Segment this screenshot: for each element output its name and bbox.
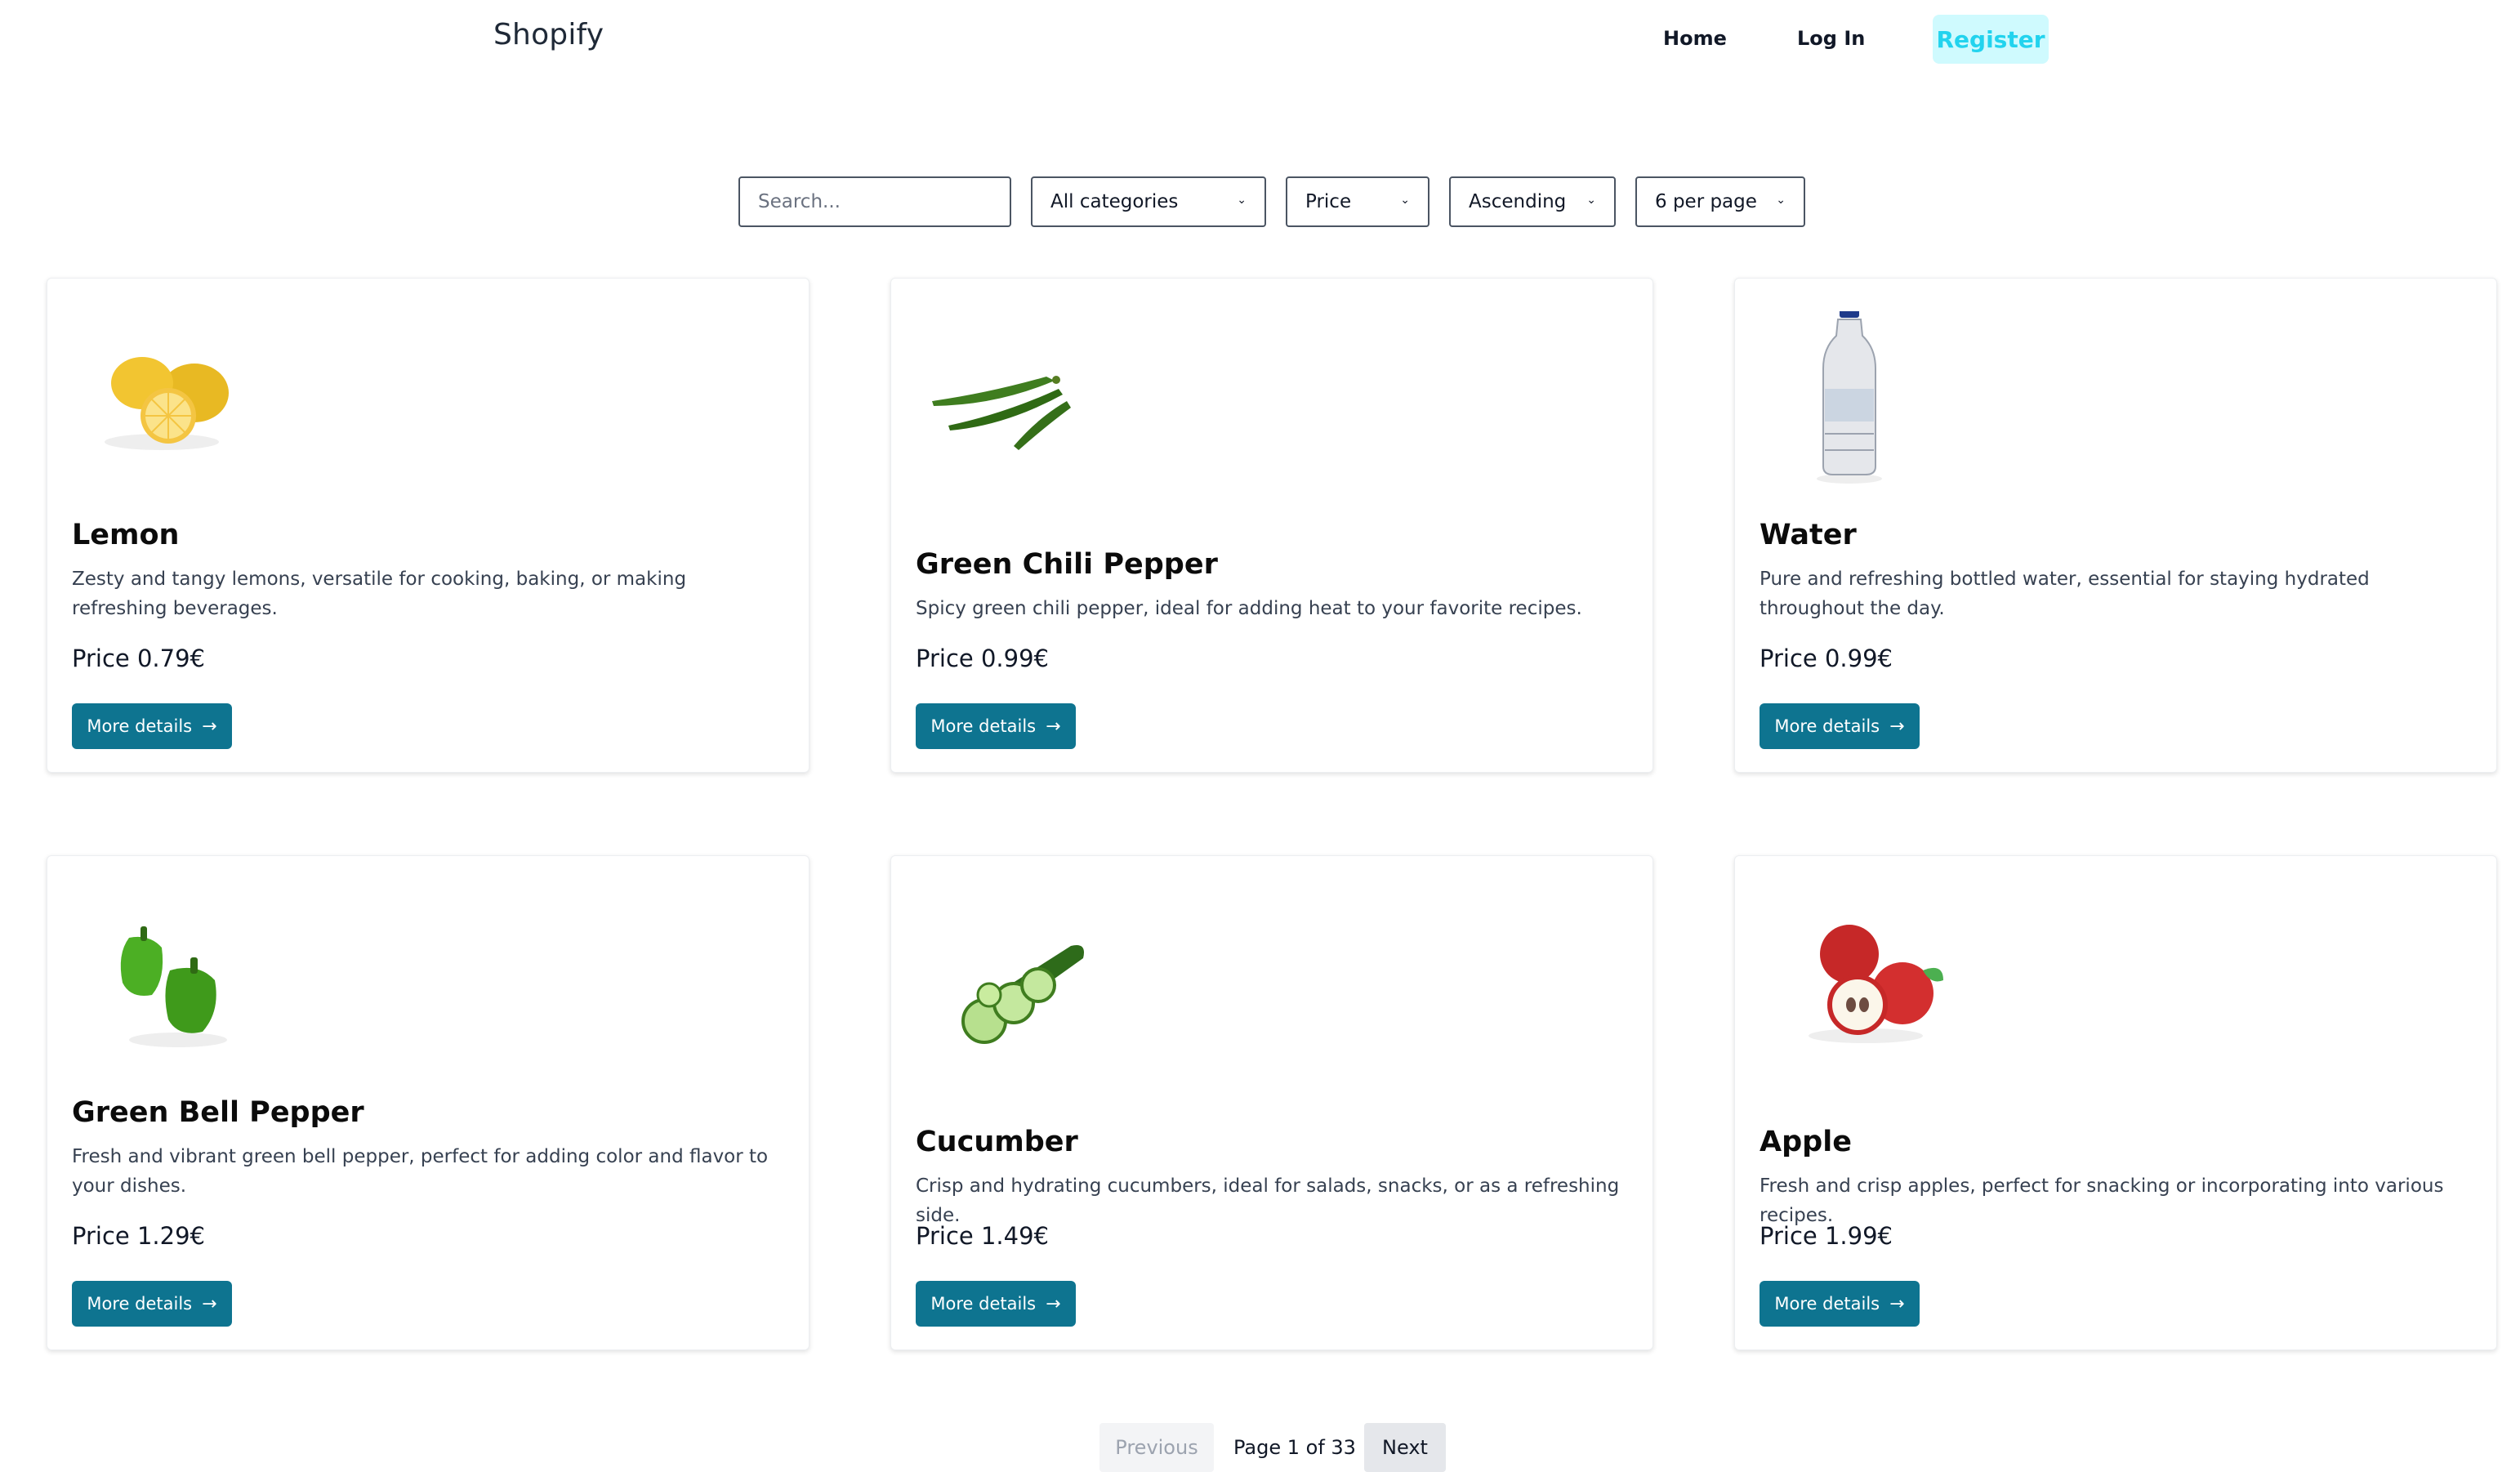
product-description: Fresh and vibrant green bell pepper, per…	[72, 1146, 769, 1197]
product-card: Cucumber Crisp and hydrating cucumbers, …	[890, 855, 1653, 1350]
apple-image	[1809, 925, 1943, 1043]
button-label: More details	[87, 1294, 193, 1314]
product-title: Green Chili Pepper	[916, 548, 1218, 581]
more-details-button[interactable]: More details →	[916, 703, 1076, 749]
lemon-image	[105, 357, 229, 450]
sort-by-select[interactable]: Price ⌄	[1286, 176, 1429, 227]
product-price: Price 1.49€	[916, 1222, 1049, 1250]
category-select-value: All categories	[1050, 191, 1179, 212]
chevron-down-icon: ⌄	[1586, 194, 1596, 207]
bell-pepper-image	[120, 926, 227, 1047]
chili-pepper-image	[932, 376, 1071, 450]
brand-logo[interactable]: Shopify	[493, 18, 604, 51]
arrow-right-icon: →	[202, 1293, 217, 1314]
product-card: Lemon Zesty and tangy lemons, versatile …	[47, 278, 810, 773]
sort-by-select-value: Price	[1305, 191, 1352, 212]
arrow-right-icon: →	[1889, 1293, 1905, 1314]
chevron-down-icon: ⌄	[1237, 194, 1247, 207]
arrow-right-icon: →	[1046, 1293, 1061, 1314]
nav-register-button[interactable]: Register	[1933, 15, 2049, 64]
per-page-select-value: 6 per page	[1655, 191, 1757, 212]
per-page-select[interactable]: 6 per page ⌄	[1635, 176, 1805, 227]
product-title: Apple	[1760, 1126, 1852, 1158]
search-placeholder: Search...	[758, 191, 841, 212]
order-select-value: Ascending	[1469, 191, 1567, 212]
product-price: Price 1.29€	[72, 1222, 205, 1250]
nav-login-link[interactable]: Log In	[1797, 27, 1865, 50]
more-details-button[interactable]: More details →	[72, 703, 232, 749]
product-price: Price 0.79€	[72, 645, 205, 672]
product-price: Price 0.99€	[916, 645, 1049, 672]
order-select[interactable]: Ascending ⌄	[1449, 176, 1616, 227]
more-details-button[interactable]: More details →	[72, 1281, 232, 1327]
product-card: Water Pure and refreshing bottled water,…	[1734, 278, 2497, 773]
product-description: Pure and refreshing bottled water, essen…	[1760, 569, 2370, 619]
more-details-button[interactable]: More details →	[916, 1281, 1076, 1327]
product-card: Green Chili Pepper Spicy green chili pep…	[890, 278, 1653, 773]
product-title: Lemon	[72, 519, 180, 551]
product-price: Price 1.99€	[1760, 1222, 1893, 1250]
product-price: Price 0.99€	[1760, 645, 1893, 672]
search-input[interactable]: Search...	[738, 176, 1011, 227]
page-indicator: Page 1 of 33	[1233, 1436, 1356, 1459]
water-bottle-image	[1817, 311, 1882, 484]
button-label: More details	[1774, 1294, 1880, 1314]
page: Shopify Home Log In Register Search... A…	[0, 0, 2520, 1472]
button-label: More details	[930, 716, 1037, 736]
product-description: Zesty and tangy lemons, versatile for co…	[72, 569, 687, 619]
arrow-right-icon: →	[1889, 716, 1905, 737]
product-title: Water	[1760, 519, 1857, 551]
arrow-right-icon: →	[202, 716, 217, 737]
arrow-right-icon: →	[1046, 716, 1061, 737]
more-details-button[interactable]: More details →	[1760, 1281, 1920, 1327]
button-label: More details	[1774, 716, 1880, 736]
previous-page-button[interactable]: Previous	[1099, 1423, 1214, 1472]
more-details-button[interactable]: More details →	[1760, 703, 1920, 749]
button-label: More details	[930, 1294, 1037, 1314]
chevron-down-icon: ⌄	[1400, 194, 1410, 207]
product-title: Green Bell Pepper	[72, 1096, 364, 1129]
product-card: Apple Fresh and crisp apples, perfect fo…	[1734, 855, 2497, 1350]
chevron-down-icon: ⌄	[1776, 194, 1786, 207]
product-card: Green Bell Pepper Fresh and vibrant gree…	[47, 855, 810, 1350]
product-description: Spicy green chili pepper, ideal for addi…	[916, 598, 1582, 619]
category-select[interactable]: All categories ⌄	[1031, 176, 1266, 227]
button-label: More details	[87, 716, 193, 736]
product-title: Cucumber	[916, 1126, 1078, 1158]
cucumber-image	[961, 945, 1084, 1044]
next-page-button[interactable]: Next	[1364, 1423, 1446, 1472]
nav-home-link[interactable]: Home	[1663, 27, 1727, 50]
